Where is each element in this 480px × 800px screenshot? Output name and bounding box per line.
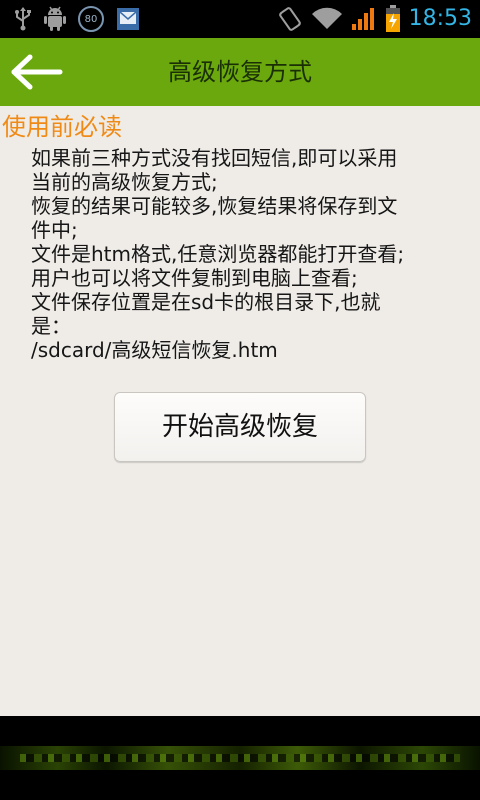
- arrow-left-icon: [11, 54, 63, 90]
- instruction-line: 用户也可以将文件复制到电脑上查看;: [31, 266, 358, 290]
- title-bar: 高级恢复方式: [0, 38, 480, 106]
- instruction-line: 是：: [31, 314, 71, 338]
- status-bar: 80 18:53: [0, 0, 480, 38]
- main-content: 使用前必读 如果前三种方式没有找回短信,即可以采用 当前的高级恢复方式; 恢复的…: [0, 106, 480, 716]
- badge-80-label: 80: [84, 13, 98, 25]
- usb-icon: [15, 7, 31, 31]
- notification-icons: 80: [14, 6, 140, 32]
- instruction-line: 恢复的结果可能较多,恢复结果将保存到文: [31, 194, 398, 218]
- instruction-line: 如果前三种方式没有找回短信,即可以采用: [31, 146, 398, 170]
- android-debug-icon: [44, 6, 66, 31]
- instruction-line: 当前的高级恢复方式;: [31, 170, 218, 194]
- back-button[interactable]: [10, 52, 66, 92]
- start-advanced-recovery-button[interactable]: 开始高级恢复: [114, 392, 366, 462]
- instruction-line: 文件保存位置是在sd卡的根目录下,也就: [31, 290, 381, 314]
- page-title: 高级恢复方式: [168, 58, 312, 86]
- wifi-icon: [311, 7, 342, 30]
- clock: 18:53: [408, 6, 472, 31]
- badge-80-icon: 80: [78, 6, 104, 32]
- bottom-banner: [0, 716, 480, 800]
- section-heading: 使用前必读: [2, 113, 122, 141]
- instruction-line: 件中;: [31, 218, 78, 242]
- file-path: /sdcard/高级短信恢复.htm: [31, 338, 278, 362]
- battery-charging-icon: [385, 5, 400, 32]
- instructions-text: 如果前三种方式没有找回短信,即可以采用 当前的高级恢复方式; 恢复的结果可能较多…: [31, 146, 461, 362]
- signal-icon: [351, 8, 374, 30]
- system-icons: 18:53: [277, 4, 472, 34]
- banner-band-detail: [20, 754, 460, 762]
- rotation-icon: [278, 7, 301, 31]
- sms-notify-icon: [117, 8, 139, 30]
- instruction-line: 文件是htm格式,任意浏览器都能打开查看;: [31, 242, 405, 266]
